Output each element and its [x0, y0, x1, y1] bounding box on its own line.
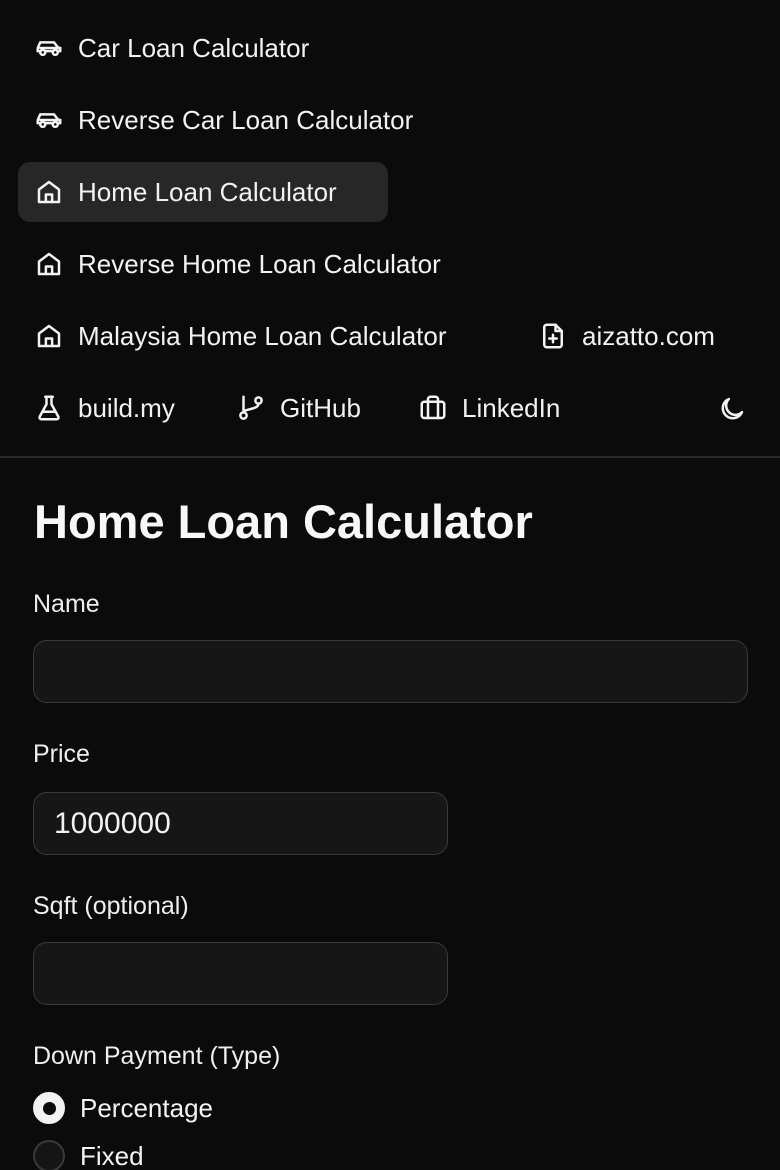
file-plus-icon	[538, 321, 568, 351]
briefcase-icon	[418, 393, 448, 423]
house-icon	[34, 249, 64, 279]
nav-label: Car Loan Calculator	[78, 32, 310, 63]
nav-home-loan-calculator[interactable]: Home Loan Calculator	[18, 162, 388, 222]
radio-fixed[interactable]	[33, 1140, 65, 1170]
nav-label: GitHub	[280, 392, 361, 423]
nav-car-loan-calculator[interactable]: Car Loan Calculator	[18, 18, 325, 78]
flask-icon	[34, 393, 64, 423]
house-icon	[34, 321, 64, 351]
nav-reverse-home-loan-calculator[interactable]: Reverse Home Loan Calculator	[18, 234, 457, 294]
nav-label: build.my	[78, 392, 175, 423]
nav-aizatto-link[interactable]: aizatto.com	[522, 306, 731, 366]
nav-linkedin-link[interactable]: LinkedIn	[402, 378, 576, 438]
nav-label: aizatto.com	[582, 320, 715, 351]
sqft-label: Sqft (optional)	[33, 892, 189, 920]
radio-option-percentage[interactable]: Percentage	[33, 1092, 213, 1124]
moon-icon	[721, 397, 744, 420]
radio-label-fixed: Fixed	[80, 1140, 144, 1170]
car-icon	[34, 105, 64, 135]
radio-label-percentage: Percentage	[80, 1092, 213, 1123]
page-title: Home Loan Calculator	[34, 495, 533, 548]
name-input[interactable]	[33, 640, 748, 703]
nav-github-link[interactable]: GitHub	[220, 378, 377, 438]
nav-label: Home Loan Calculator	[78, 176, 337, 207]
nav-reverse-car-loan-calculator[interactable]: Reverse Car Loan Calculator	[18, 90, 429, 150]
car-icon	[34, 33, 64, 63]
down-payment-type-label: Down Payment (Type)	[33, 1042, 281, 1070]
sqft-input[interactable]	[33, 942, 448, 1005]
nav-label: LinkedIn	[462, 392, 561, 423]
radio-percentage[interactable]	[33, 1092, 65, 1124]
nav-build-my-link[interactable]: build.my	[18, 378, 191, 438]
radio-option-fixed[interactable]: Fixed	[33, 1140, 144, 1170]
header-divider	[0, 456, 780, 458]
price-input[interactable]	[33, 792, 448, 855]
price-label: Price	[33, 740, 90, 768]
house-icon	[34, 177, 64, 207]
nav-label: Reverse Car Loan Calculator	[78, 104, 414, 135]
nav-label: Malaysia Home Loan Calculator	[78, 320, 447, 351]
name-label: Name	[33, 590, 100, 618]
theme-toggle-button[interactable]	[712, 392, 752, 426]
nav-label: Reverse Home Loan Calculator	[78, 248, 441, 279]
git-branch-icon	[236, 393, 266, 423]
nav-malaysia-home-loan-calculator[interactable]: Malaysia Home Loan Calculator	[18, 306, 463, 366]
